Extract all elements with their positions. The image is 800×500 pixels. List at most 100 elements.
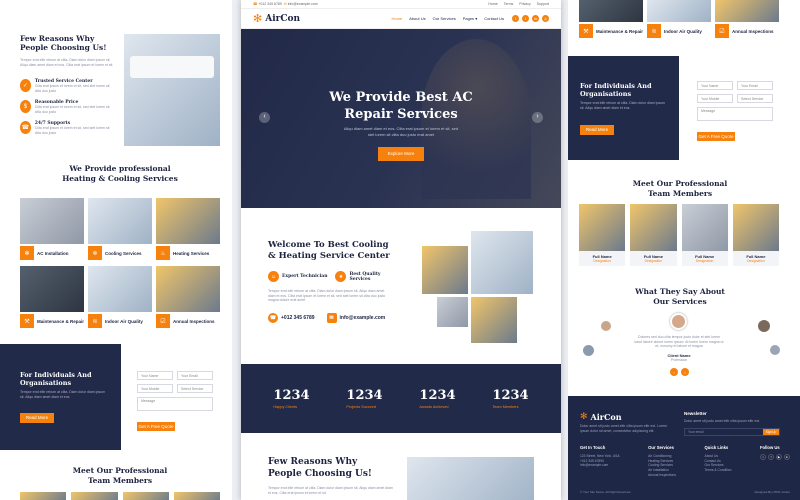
footer-about: Dolor amet sit justo amet elitr clita ip…: [580, 424, 667, 433]
nav-services[interactable]: Our Services: [433, 16, 456, 21]
mobile-input[interactable]: Your Mobile: [697, 94, 733, 103]
message-textarea[interactable]: Message: [137, 397, 213, 411]
chevron-down-icon: ▾: [475, 16, 478, 21]
team-title: Meet Our Professional Team Members: [72, 466, 168, 485]
service-select[interactable]: Select Service: [737, 94, 773, 103]
footer: ✻ AirCon Dolor amet sit justo amet elitr …: [568, 396, 800, 500]
email-input[interactable]: Your Email: [737, 81, 773, 90]
testimonial-role: Profession: [670, 358, 688, 362]
topbar-link-support[interactable]: Support: [537, 2, 549, 6]
welcome-collage: [422, 231, 534, 343]
footer-logo[interactable]: ✻ AirCon: [580, 411, 622, 422]
services-grid: ✻ AC Installation ❄ Cooling Services ♨ Heat…: [20, 198, 220, 330]
linkedin-icon[interactable]: in: [532, 15, 539, 22]
wind-icon: ≋: [88, 314, 102, 328]
user-icon: ☺: [268, 271, 279, 282]
center-reasons: Few Reasons Why People Choosing Us! Temp…: [268, 457, 393, 495]
youtube-icon[interactable]: ▶: [775, 453, 782, 460]
stat-label: Projects Succeed: [346, 405, 376, 409]
topbar-link-privacy[interactable]: Privacy: [519, 2, 530, 6]
team-card[interactable]: Full Name Designation: [681, 204, 728, 266]
nav-home[interactable]: Home: [391, 16, 402, 21]
stat-label: Team Members: [492, 405, 519, 409]
team-card[interactable]: Full Name Designation: [630, 204, 677, 266]
reasons-title: Few Reasons Why People Choosing Us!: [20, 34, 107, 52]
nav-contact[interactable]: Contact Us: [484, 16, 504, 21]
hero-text: Aliqu diam amet diam et eos. Clita erat …: [343, 126, 459, 137]
services-grid-partial: ⚒ Maintenance & Repair ≋ Indoor Air Qualit…: [579, 0, 779, 40]
designed-by: Designed By HTML Codex: [754, 490, 790, 494]
fan-logo-icon: ✻: [253, 13, 263, 25]
welcome-email[interactable]: ✉ info@example.com: [326, 312, 385, 323]
welcome-phone[interactable]: ☎ +012 345 6789: [268, 312, 315, 323]
welcome-section: Welcome To Best Cooling & Heating Servic…: [268, 240, 398, 323]
snowflake-icon: ❄: [88, 246, 102, 260]
quote-banner: For Individuals And Organisations Tempor…: [0, 344, 121, 450]
mobile-input[interactable]: Your Mobile: [137, 384, 173, 393]
stat-value: 1234: [346, 388, 383, 403]
headset-icon: ☎: [20, 121, 31, 134]
topbar-link-terms[interactable]: Terms: [504, 2, 514, 6]
right-quote-banner: For Individuals And Organisations Tempor…: [568, 56, 679, 160]
right-quote-form: Your Name Your Email Your Mobile Select Se…: [697, 81, 773, 143]
tools-icon: ⚒: [20, 314, 34, 328]
free-quote-button[interactable]: Get A Free Quote: [137, 422, 175, 431]
services-title: We Provide professional Heating & Coolin…: [62, 164, 178, 183]
center-reasons-title: Few Reasons Why People Choosing Us!: [268, 457, 372, 479]
facebook-icon[interactable]: f: [767, 453, 774, 460]
carousel-prev-button[interactable]: ‹: [259, 112, 270, 123]
email-input[interactable]: Your Email: [177, 371, 213, 380]
brand-logo[interactable]: AirCon: [265, 14, 300, 24]
facebook-icon[interactable]: f: [512, 15, 519, 22]
team-card[interactable]: Full Name Designation: [579, 204, 626, 266]
service-card[interactable]: ≋ Indoor Air Quality: [88, 266, 152, 330]
name-input[interactable]: Your Name: [697, 81, 733, 90]
nav-about[interactable]: About Us: [409, 16, 425, 21]
signup-button[interactable]: SignUp: [763, 429, 779, 435]
copyright: © Your Site Name, All Right Reserved.: [580, 490, 632, 494]
topbar-link-home[interactable]: Home: [488, 2, 497, 6]
team-card[interactable]: Full Name Designation: [732, 204, 779, 266]
money-icon: $: [20, 100, 31, 113]
navbar: ✻ AirCon Home About Us Our Services Page…: [241, 9, 561, 29]
read-more-button[interactable]: Read More: [20, 413, 54, 423]
reasons-list: ✓ Trusted Service Center Clita erat ipsum…: [20, 79, 115, 135]
testimonial-nav: ‹ ›: [670, 368, 689, 376]
instagram-icon[interactable]: ◎: [542, 15, 549, 22]
wind-icon: ≋: [647, 24, 661, 38]
nav-pages[interactable]: Pages ▾: [463, 16, 477, 21]
free-quote-button[interactable]: Get A Free Quote: [697, 132, 735, 141]
service-card[interactable]: ☑ Annual Inspections: [156, 266, 220, 330]
quote-form: Your Name Your Email Your Mobile Select Se…: [137, 371, 213, 433]
service-card[interactable]: ✻ AC Installation: [20, 198, 84, 262]
fan-logo-icon: ✻: [580, 411, 588, 421]
explore-more-button[interactable]: Explore More: [378, 147, 424, 161]
message-textarea[interactable]: Message: [697, 107, 773, 121]
chevron-right-icon[interactable]: ›: [681, 368, 689, 376]
linkedin-icon[interactable]: in: [783, 453, 790, 460]
twitter-icon[interactable]: t: [759, 453, 766, 460]
fan-icon: ✻: [20, 246, 34, 260]
chevron-left-icon[interactable]: ‹: [670, 368, 678, 376]
reason-item: ✓ Trusted Service Center Clita erat ipsum…: [20, 79, 115, 93]
service-select[interactable]: Select Service: [177, 384, 213, 393]
footer-link[interactable]: Terms & Condition: [705, 468, 732, 473]
twitter-icon[interactable]: t: [522, 15, 529, 22]
phone-icon: ☎: [268, 312, 278, 323]
center-ac-image: [407, 457, 534, 500]
stat-label: Happy Clients: [273, 405, 298, 409]
name-input[interactable]: Your Name: [137, 371, 173, 380]
service-card[interactable]: ♨ Heating Services: [156, 198, 220, 262]
footer-bottom: © Your Site Name, All Right Reserved. De…: [580, 490, 790, 494]
newsletter-input[interactable]: Your email: [685, 429, 763, 435]
welcome-text: Tempor erat elitr rebum at clita. Diam d…: [268, 289, 386, 302]
service-card[interactable]: ⚒ Maintenance & Repair: [20, 266, 84, 330]
read-more-button[interactable]: Read More: [580, 125, 614, 135]
right-team-title: Meet Our Professional Team Members: [632, 179, 728, 198]
service-card[interactable]: ❄ Cooling Services: [88, 198, 152, 262]
testimonial-avatar: [670, 313, 687, 330]
footer-link[interactable]: Annual Inspections: [648, 473, 676, 478]
testimonial-text: Dolores sed duo clita tempor justo dolor…: [634, 335, 724, 348]
ac-unit-image: [124, 34, 220, 146]
carousel-next-button[interactable]: ›: [532, 112, 543, 123]
